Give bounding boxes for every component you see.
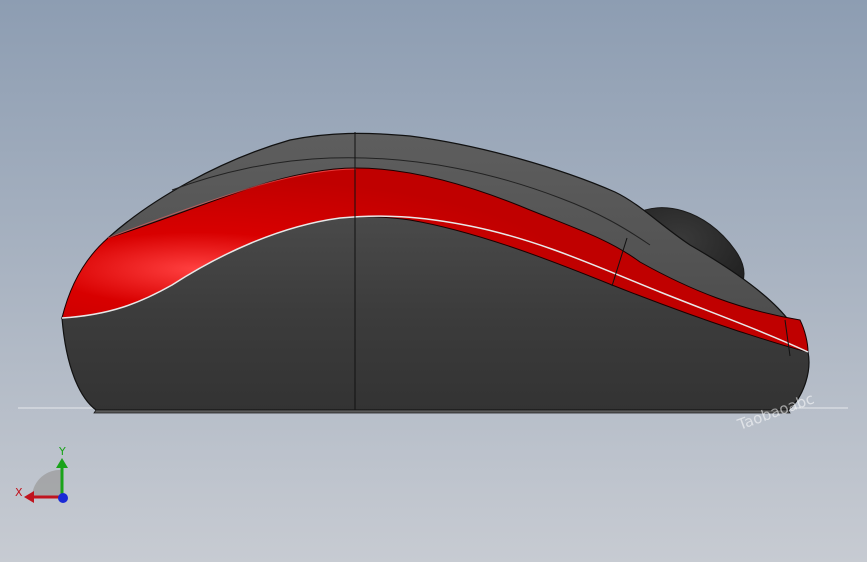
viewport-canvas[interactable]: Taobaoabc Y X	[0, 0, 867, 562]
graphics-viewport[interactable]: Taobaoabc Y X	[0, 0, 867, 562]
mouse-base-plate	[93, 409, 791, 414]
triad-x-label: X	[15, 486, 23, 499]
triad-y-label: Y	[58, 445, 66, 458]
triad-z-axis	[58, 493, 68, 503]
